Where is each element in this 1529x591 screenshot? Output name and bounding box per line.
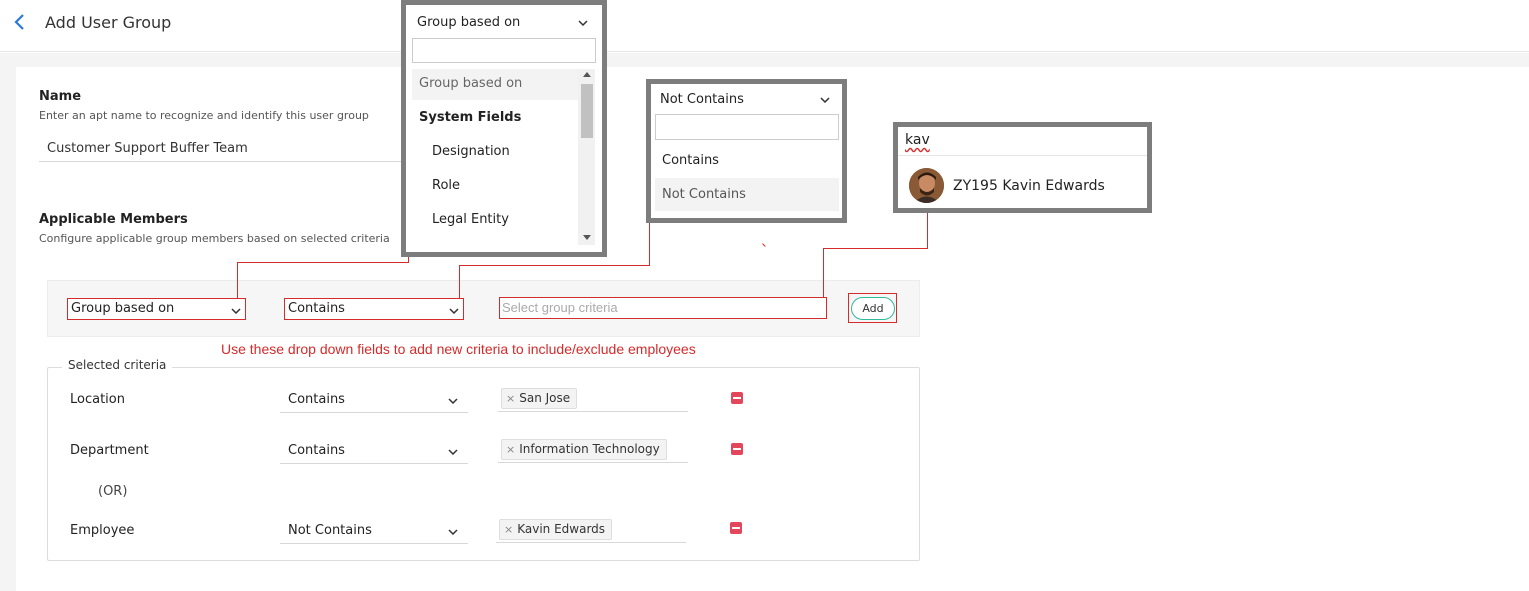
remove-criteria-button[interactable]: [730, 522, 742, 534]
dropdown-header-value: Not Contains: [660, 92, 744, 107]
connector-line: [459, 265, 460, 299]
criteria-condition-location[interactable]: Contains: [280, 387, 468, 413]
selected-criteria-legend: Selected criteria: [62, 358, 173, 372]
chevron-down-icon: [578, 20, 588, 26]
connector-line: [459, 265, 650, 266]
connector-line: [823, 248, 824, 298]
group-based-on-value: Group based on: [71, 301, 175, 316]
dropdown-option[interactable]: Group based on: [412, 69, 578, 100]
chevron-down-icon: [448, 449, 458, 455]
remove-criteria-button[interactable]: [731, 443, 743, 455]
chip-label: San Jose: [519, 391, 571, 405]
criteria-value-department[interactable]: × Information Technology: [498, 435, 688, 463]
chevron-left-icon[interactable]: [10, 12, 30, 32]
connector-line: [823, 248, 928, 249]
close-icon[interactable]: ×: [506, 392, 515, 405]
dropdown-search-input[interactable]: [412, 38, 596, 63]
chevron-down-icon: [448, 529, 458, 535]
connector-line: [237, 262, 409, 263]
dropdown-header-value: Group based on: [417, 15, 521, 30]
dropdown-option[interactable]: Not Contains: [655, 178, 839, 211]
chevron-down-icon: [448, 398, 458, 404]
chevron-down-icon: [449, 308, 459, 314]
criteria-label-department: Department: [70, 443, 149, 458]
criteria-label-location: Location: [70, 392, 125, 407]
scroll-down-icon[interactable]: [583, 235, 591, 240]
dropdown-group-heading: System Fields: [419, 110, 522, 125]
scroll-up-icon[interactable]: [583, 72, 591, 77]
close-icon[interactable]: ×: [504, 523, 513, 536]
close-icon[interactable]: ×: [506, 443, 515, 456]
chevron-down-icon: [231, 308, 241, 314]
group-criteria-input[interactable]: Select group criteria: [499, 297, 827, 319]
selected-criteria-box: [47, 367, 920, 561]
connector-line: [927, 211, 928, 249]
criteria-condition-value: Contains: [288, 392, 345, 407]
employee-search-result[interactable]: ZY195 Kavin Edwards: [953, 178, 1105, 194]
dropdown-option[interactable]: Role: [432, 178, 460, 193]
avatar: [909, 168, 944, 203]
chevron-down-icon: [820, 97, 830, 103]
criteria-condition-value: Not Contains: [288, 523, 372, 538]
group-name-input[interactable]: [39, 136, 409, 162]
add-button[interactable]: Add: [851, 297, 895, 320]
connector-line: [237, 262, 238, 299]
dropdown-option[interactable]: Legal Entity: [432, 212, 509, 227]
chip-label: Information Technology: [519, 442, 660, 456]
page-title: Add User Group: [45, 13, 172, 32]
dropdown-option[interactable]: Designation: [432, 144, 510, 159]
value-chip: × San Jose: [501, 388, 578, 409]
employee-search-query[interactable]: kav: [905, 132, 930, 148]
scrollbar-thumb[interactable]: [581, 84, 593, 138]
condition-select[interactable]: Contains: [284, 298, 464, 320]
criteria-label-employee: Employee: [70, 523, 135, 538]
remove-criteria-button[interactable]: [731, 392, 743, 404]
value-chip: × Information Technology: [501, 439, 667, 460]
criteria-condition-department[interactable]: Contains: [280, 438, 468, 464]
applicable-members-label: Applicable Members: [39, 212, 188, 227]
value-chip: × Kavin Edwards: [499, 519, 613, 540]
connector-line: [649, 221, 650, 266]
criteria-hint: Use these drop down fields to add new cr…: [221, 341, 696, 357]
add-user-group-page: Add User Group Name Enter an apt name to…: [0, 0, 1529, 591]
criteria-value-employee[interactable]: × Kavin Edwards: [496, 515, 686, 543]
condition-value: Contains: [288, 301, 345, 316]
divider: [898, 155, 1147, 156]
dropdown-search-input[interactable]: [655, 114, 839, 140]
page-header: Add User Group: [0, 0, 1529, 52]
or-separator: (OR): [98, 484, 128, 499]
name-label: Name: [39, 89, 82, 104]
criteria-condition-employee[interactable]: Not Contains: [280, 518, 468, 544]
criteria-condition-value: Contains: [288, 443, 345, 458]
chip-label: Kavin Edwards: [517, 522, 606, 536]
applicable-members-help: Configure applicable group members based…: [39, 232, 390, 245]
group-based-on-select[interactable]: Group based on: [67, 298, 246, 320]
name-help: Enter an apt name to recognize and ident…: [39, 109, 369, 122]
dropdown-option[interactable]: Contains: [662, 153, 719, 168]
criteria-value-location[interactable]: × San Jose: [498, 384, 688, 412]
